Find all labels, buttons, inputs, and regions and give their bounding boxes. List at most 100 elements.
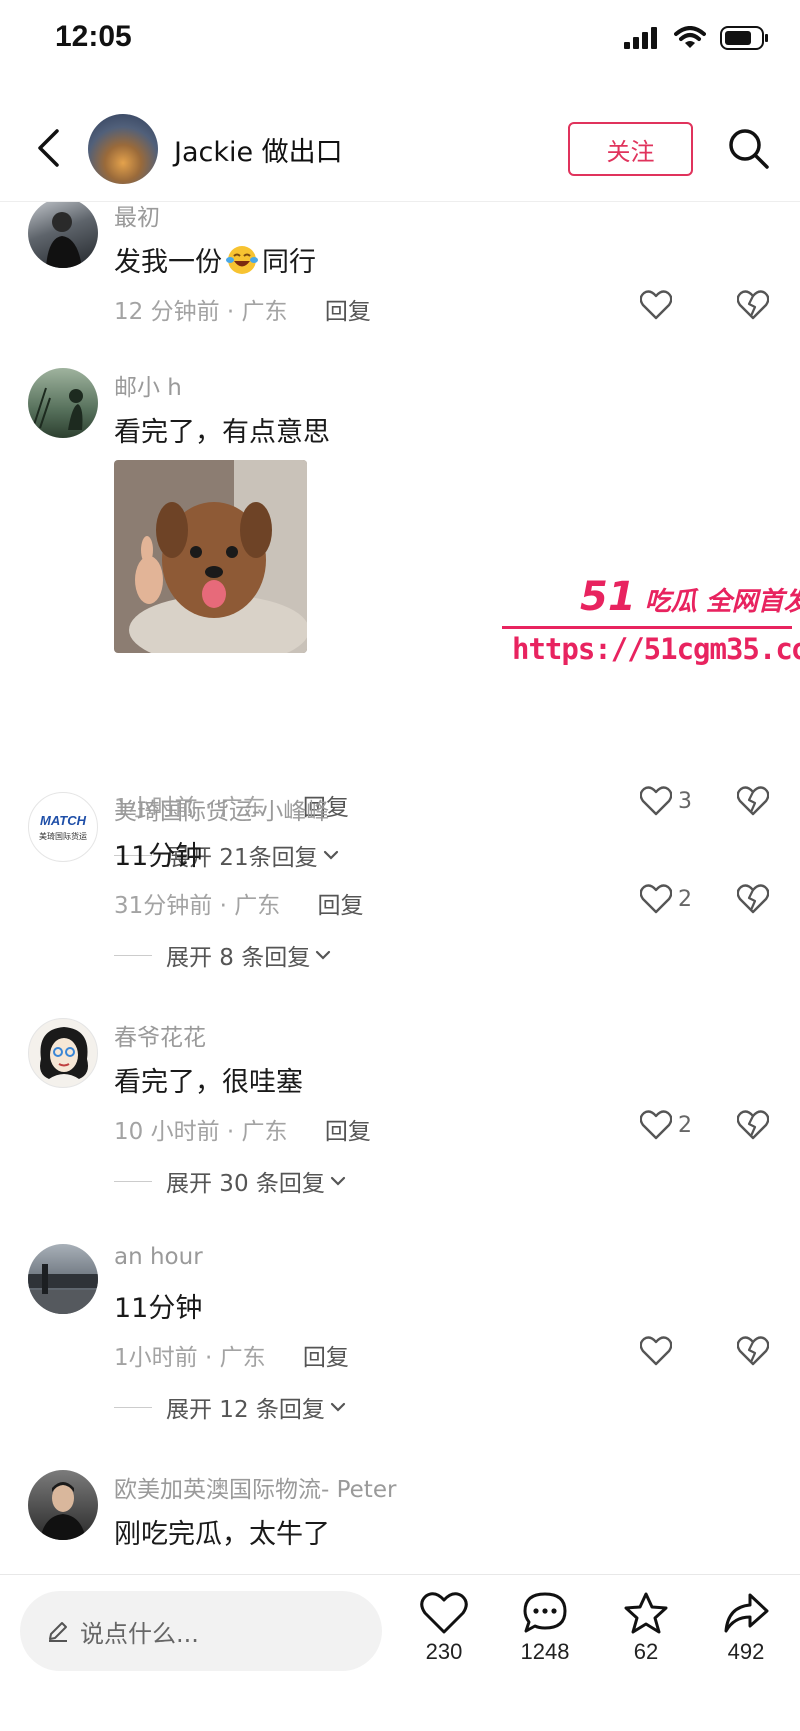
expand-replies-label: 展开 12 条回复	[166, 1397, 325, 1423]
cartoon-girl-avatar-icon	[40, 1027, 88, 1079]
status-icons	[624, 26, 770, 50]
comment-text: 刚吃完瓜，太牛了	[114, 1512, 330, 1551]
dislike-button[interactable]	[736, 786, 770, 820]
like-count: 2	[678, 1112, 692, 1138]
avatar-logo-subtext: 美琦国际货运	[39, 831, 87, 841]
like-button[interactable]: 3	[640, 786, 692, 816]
reply-button[interactable]: 回复	[325, 299, 371, 325]
expand-replies-button[interactable]: 展开 8 条回复	[114, 938, 332, 972]
comment-text-part: 同行	[262, 247, 316, 278]
divider-line	[114, 954, 152, 956]
expand-replies-label: 展开 30 条回复	[166, 1171, 325, 1197]
chevron-down-icon	[323, 850, 338, 860]
battery-icon	[720, 26, 768, 50]
comment-text-part: 看完了，很哇塞	[114, 1067, 303, 1098]
like-count: 3	[678, 788, 692, 814]
commenter-avatar[interactable]	[28, 202, 98, 268]
comment-meta: 12 分钟前 · 广东 回复	[114, 292, 371, 326]
comment-image[interactable]	[114, 460, 307, 653]
commenter-name[interactable]: 邮小 h	[114, 368, 182, 402]
author-name[interactable]: Jackie 做出口	[174, 130, 343, 169]
follow-button[interactable]: 关注	[568, 122, 693, 176]
comment-time: 1小时前 · 广东	[114, 1345, 266, 1371]
dislike-button[interactable]	[736, 884, 770, 918]
commenter-name[interactable]: 欧美加英澳国际物流- Peter	[114, 1470, 396, 1504]
search-icon	[729, 129, 769, 169]
broken-heart-icon	[736, 1336, 770, 1366]
comment-text: 11分钟	[114, 834, 202, 873]
comment-meta: 1小时前 · 广东 回复	[114, 1338, 349, 1372]
comment-time: 12 分钟前 · 广东	[114, 299, 288, 325]
commenter-avatar[interactable]	[28, 1018, 98, 1088]
search-button[interactable]	[724, 124, 774, 174]
like-count: 2	[678, 886, 692, 912]
broken-heart-icon	[736, 884, 770, 914]
chevron-down-icon	[316, 950, 331, 960]
heart-icon	[640, 884, 672, 914]
header: Jackie 做出口 关注	[0, 100, 800, 202]
person-photo-icon	[46, 212, 82, 268]
author-avatar[interactable]	[88, 114, 158, 184]
reply-button[interactable]: 回复	[318, 893, 364, 919]
heart-icon	[640, 786, 672, 816]
comment-time: 10 小时前 · 广东	[114, 1119, 288, 1145]
heart-icon	[640, 1110, 672, 1140]
commenter-avatar[interactable]: MATCH 美琦国际货运	[28, 792, 98, 862]
divider-line	[114, 1180, 152, 1182]
dislike-button[interactable]	[736, 1336, 770, 1370]
commenter-name[interactable]: 美琦国际货运-小峰峰	[114, 792, 329, 826]
like-button[interactable]	[640, 290, 678, 320]
comment-bubble-icon	[523, 1592, 567, 1633]
watermark-url: https://51cgm35.com	[512, 632, 800, 666]
status-bar: 12:05	[0, 0, 800, 85]
comment-post-count: 1248	[520, 1639, 570, 1664]
like-button[interactable]: 2	[640, 884, 692, 914]
comment-text-part: 11分钟	[114, 1293, 203, 1324]
divider-line	[114, 1406, 152, 1408]
bottom-action-bar: 说点什么... 230 1248 62 492	[0, 1574, 800, 1731]
like-post-button[interactable]: 230	[404, 1591, 484, 1665]
like-button[interactable]	[640, 1336, 678, 1366]
expand-replies-button[interactable]: 展开 12 条回复	[114, 1390, 347, 1424]
commenter-name[interactable]: an hour	[114, 1244, 203, 1270]
share-post-count: 492	[727, 1639, 765, 1664]
like-button[interactable]: 2	[640, 1110, 692, 1140]
like-post-count: 230	[425, 1639, 463, 1664]
comment-input[interactable]: 说点什么...	[20, 1591, 382, 1671]
laughing-crying-emoji	[226, 245, 258, 274]
thumbs-up-dog-image	[114, 460, 307, 653]
comment-text: 看完了，很哇塞	[114, 1060, 303, 1099]
watermark: 51 吃瓜 全网首发 https://51cgm35.com	[500, 574, 800, 674]
comment-text: 发我一份 同行	[114, 240, 316, 279]
heart-icon	[640, 1336, 672, 1366]
commenter-name[interactable]: 春爷花花	[114, 1018, 206, 1052]
wifi-icon	[674, 26, 706, 48]
expand-replies-label: 展开 8 条回复	[166, 945, 311, 971]
reply-button[interactable]: 回复	[325, 1119, 371, 1145]
broken-heart-icon	[736, 290, 770, 320]
comment-text-part: 11分钟	[114, 841, 203, 872]
reply-button[interactable]: 回复	[303, 1345, 349, 1371]
signal-icon	[624, 27, 657, 49]
commenter-name[interactable]: 最初	[114, 202, 160, 232]
comment-time: 31分钟前 · 广东	[114, 893, 281, 919]
dislike-button[interactable]	[736, 1110, 770, 1144]
comment-post-button[interactable]: 1248	[505, 1591, 585, 1665]
share-arrow-icon	[724, 1593, 769, 1633]
heart-icon	[640, 290, 672, 320]
back-button[interactable]	[28, 122, 68, 174]
favorite-post-button[interactable]: 62	[606, 1591, 686, 1665]
watermark-brand-number: 51	[580, 574, 636, 620]
commenter-avatar[interactable]	[28, 1244, 98, 1314]
commenter-avatar[interactable]	[28, 368, 98, 438]
comment-meta: 10 小时前 · 广东 回复	[114, 1112, 371, 1146]
avatar-logo-text: MATCH	[40, 812, 86, 828]
dislike-button[interactable]	[736, 290, 770, 324]
expand-replies-button[interactable]: 展开 30 条回复	[114, 1164, 347, 1198]
comment-input-placeholder: 说点什么...	[80, 1619, 199, 1648]
commenter-avatar[interactable]	[28, 1470, 98, 1540]
share-post-button[interactable]: 492	[706, 1591, 786, 1665]
comment-text: 看完了，有点意思	[114, 410, 330, 449]
comment-list: 最初 发我一份 同行 12 分钟前 · 广东 回复 邮小 h 看完了，有点意思 …	[0, 202, 800, 1574]
comment-text-part: 发我一份	[114, 247, 222, 278]
